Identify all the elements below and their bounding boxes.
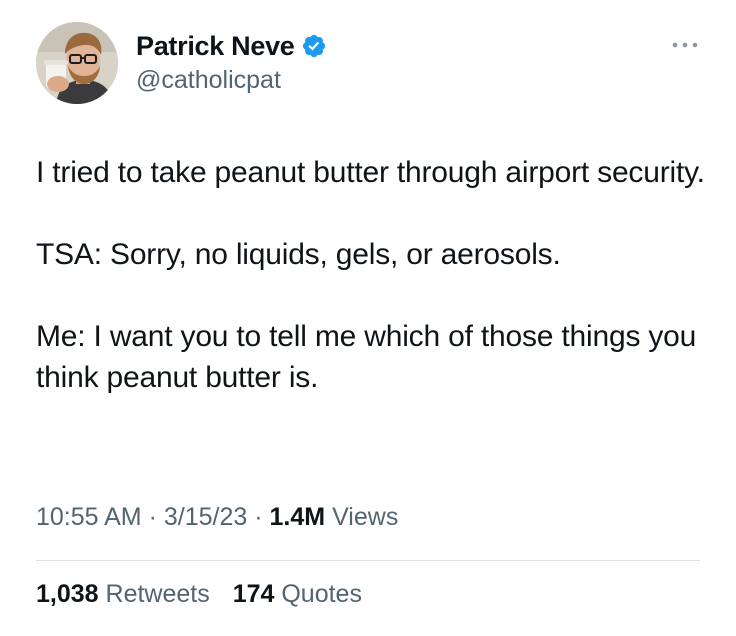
quotes-link[interactable]: 174 Quotes [233,580,362,609]
tweet-paragraph: I tried to take peanut butter through ai… [36,156,705,189]
tweet-card: Patrick Neve @catholicpat I tried to tak… [0,0,736,636]
divider [36,560,700,561]
tweet-paragraph: Me: I want you to tell me which of those… [36,320,697,394]
views-count: 1.4M [269,503,326,531]
more-options-icon[interactable] [668,36,702,54]
author-name-row[interactable]: Patrick Neve [136,30,327,62]
tweet-metadata: 10:55 AM · 3/15/23 · 1.4M Views [36,503,398,532]
author-display-name[interactable]: Patrick Neve [136,31,295,62]
tweet-text: I tried to take peanut butter through ai… [36,152,716,398]
tweet-date[interactable]: 3/15/23 [164,503,247,531]
author-handle[interactable]: @catholicpat [136,66,281,95]
quotes-count: 174 [232,580,275,608]
meta-separator: · [148,503,157,531]
avatar[interactable] [36,22,118,104]
retweets-link[interactable]: 1,038 Retweets [36,580,210,609]
quotes-label: Quotes [281,580,362,608]
avatar-image [36,22,118,104]
tweet-paragraph: TSA: Sorry, no liquids, gels, or aerosol… [36,238,561,271]
engagement-stats: 1,038 Retweets 174 Quotes [36,580,362,609]
tweet-time[interactable]: 10:55 AM [36,503,142,531]
meta-separator: · [254,503,263,531]
retweets-label: Retweets [105,580,210,608]
views-label: Views [332,503,399,531]
retweets-count: 1,038 [36,580,99,608]
verified-badge-icon [301,33,327,59]
